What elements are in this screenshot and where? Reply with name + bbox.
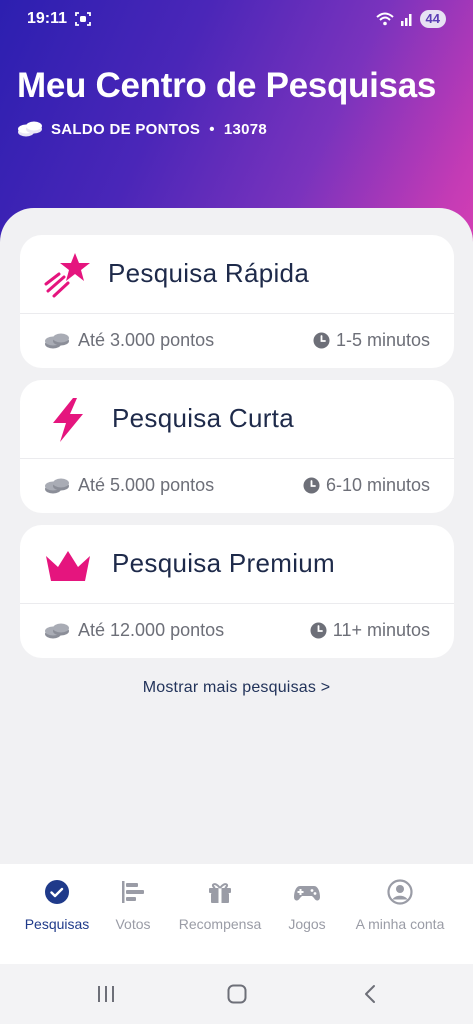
survey-duration: 1-5 minutos — [313, 330, 430, 351]
shooting-star-icon — [44, 253, 90, 298]
clock-icon — [313, 332, 330, 349]
survey-duration-label: 1-5 minutos — [335, 330, 430, 350]
clock-icon — [310, 622, 327, 639]
survey-duration-label: 11+ minutos — [332, 620, 430, 640]
clock-icon — [303, 477, 320, 494]
coins-icon — [45, 333, 69, 348]
survey-name: Pesquisa Premium — [112, 548, 335, 578]
bar-list-icon — [122, 881, 144, 903]
survey-card-footer: Até 3.000 pontos 1-5 minutos — [20, 314, 454, 368]
home-icon[interactable] — [226, 983, 248, 1005]
survey-points: Até 12.000 pontos — [44, 620, 224, 641]
survey-points-label: Até 3.000 pontos — [78, 330, 215, 350]
screen-record-icon — [75, 12, 91, 26]
nav-item-label: Jogos — [288, 916, 326, 932]
coins-icon — [45, 623, 69, 638]
user-circle-icon — [387, 879, 413, 905]
nav-item-a-minha-conta[interactable]: A minha conta — [345, 878, 455, 932]
survey-card-premium[interactable]: Pesquisa Premium Até 12.000 pontos 11+ m… — [20, 525, 454, 658]
coins-icon — [45, 478, 69, 493]
check-circle-icon — [45, 880, 69, 904]
points-balance: SALDO DE PONTOS • 13078 — [17, 120, 267, 138]
nav-item-label: Recompensa — [178, 916, 262, 932]
nav-item-recompensa[interactable]: Recompensa — [170, 878, 270, 932]
survey-card-header: Pesquisa Curta — [20, 380, 454, 459]
survey-duration-label: 6-10 minutos — [325, 475, 430, 495]
balance-separator: • — [209, 120, 215, 138]
survey-card-header: Pesquisa Rápida — [20, 235, 454, 314]
gift-icon — [209, 883, 231, 903]
show-more-surveys-link[interactable]: Mostrar mais pesquisas > — [0, 679, 473, 697]
nav-item-label: Pesquisas — [24, 916, 90, 932]
survey-duration: 6-10 minutos — [303, 475, 430, 496]
wifi-icon — [375, 12, 394, 26]
survey-points-label: Até 5.000 pontos — [78, 475, 215, 495]
status-bar: 19:11 44 — [0, 0, 473, 38]
balance-label: SALDO DE PONTOS — [51, 120, 201, 138]
crown-icon — [46, 551, 90, 581]
survey-card-header: Pesquisa Premium — [20, 525, 454, 604]
back-icon[interactable] — [360, 983, 382, 1005]
page-title: Meu Centro de Pesquisas — [17, 66, 437, 105]
survey-card-short[interactable]: Pesquisa Curta Até 5.000 pontos 6-10 min… — [20, 380, 454, 513]
survey-points-label: Até 12.000 pontos — [78, 620, 225, 640]
survey-name: Pesquisa Rápida — [108, 258, 310, 288]
nav-item-label: A minha conta — [355, 916, 445, 932]
status-time: 19:11 — [27, 10, 68, 27]
nav-item-votos[interactable]: Votos — [108, 878, 158, 932]
survey-points: Até 5.000 pontos — [44, 475, 214, 496]
balance-value: 13078 — [223, 120, 268, 138]
survey-card-quick[interactable]: Pesquisa Rápida Até 3.000 pontos 1-5 min… — [20, 235, 454, 368]
nav-item-jogos[interactable]: Jogos — [282, 878, 332, 932]
coins-icon — [18, 121, 42, 137]
system-navigation-bar — [0, 964, 473, 1024]
gamepad-icon — [294, 886, 320, 901]
lightning-icon — [53, 398, 83, 442]
signal-icon — [400, 14, 412, 26]
survey-card-footer: Até 5.000 pontos 6-10 minutos — [20, 459, 454, 513]
status-icons: 44 — [375, 10, 446, 28]
battery-indicator: 44 — [419, 10, 446, 28]
survey-duration: 11+ minutos — [310, 620, 430, 641]
nav-item-label: Votos — [115, 916, 151, 932]
survey-card-footer: Até 12.000 pontos 11+ minutos — [20, 604, 454, 658]
bottom-navigation: Pesquisas Votos Recompensa Jogos A minha… — [0, 864, 473, 964]
survey-points: Até 3.000 pontos — [44, 330, 214, 351]
nav-item-pesquisas[interactable]: Pesquisas — [18, 878, 96, 932]
recent-apps-icon[interactable] — [95, 983, 117, 1005]
survey-name: Pesquisa Curta — [112, 403, 294, 433]
